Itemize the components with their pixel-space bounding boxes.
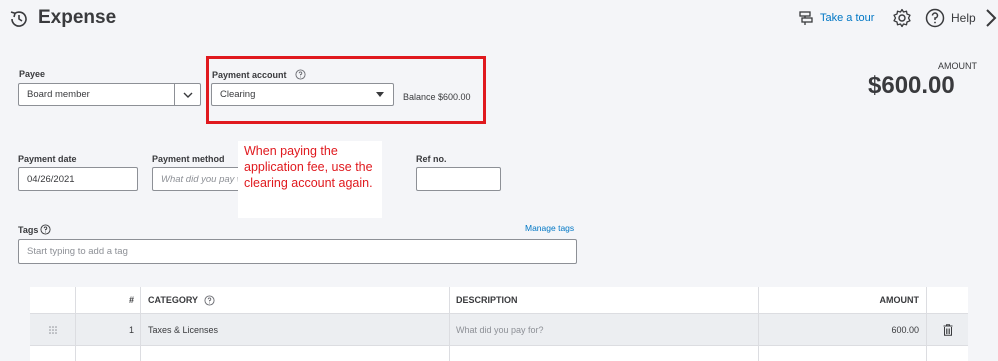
annotation-note: When paying the application fee, use the… xyxy=(238,141,382,218)
column-header-category: CATEGORY xyxy=(141,287,450,313)
amount-label: AMOUNT xyxy=(938,61,977,71)
page-title: Expense xyxy=(38,7,117,28)
chevron-down-icon xyxy=(183,92,192,98)
take-tour-label: Take a tour xyxy=(820,12,875,24)
delete-row-button[interactable] xyxy=(927,314,968,345)
empty-cell xyxy=(30,346,76,361)
empty-cell xyxy=(76,346,141,361)
tags-input[interactable]: Start typing to add a tag xyxy=(18,239,577,264)
payment-method-label: Payment method xyxy=(152,154,225,164)
payment-method-placeholder: What did you pay w xyxy=(161,173,244,185)
take-tour-link[interactable]: Take a tour xyxy=(798,10,874,26)
payment-date-label: Payment date xyxy=(18,154,77,164)
payment-date-field[interactable]: 04/26/2021 xyxy=(18,167,138,191)
row-number: 1 xyxy=(76,314,141,345)
drag-column-header xyxy=(30,287,76,313)
empty-cell[interactable] xyxy=(141,346,450,361)
trash-icon xyxy=(943,323,952,336)
drag-handle[interactable] xyxy=(30,314,76,345)
tags-label-row: Tags xyxy=(18,224,51,235)
payee-value: Board member xyxy=(27,89,90,100)
empty-cell[interactable] xyxy=(450,346,759,361)
table-header-row: # CATEGORY DESCRIPTION AMOUNT xyxy=(30,287,968,313)
help-button[interactable]: Help xyxy=(925,8,976,28)
row-amount[interactable]: 600.00 xyxy=(759,314,927,345)
column-header-number: # xyxy=(76,287,141,313)
column-header-amount: AMOUNT xyxy=(759,287,927,313)
info-question-icon[interactable] xyxy=(40,224,51,235)
table-row[interactable]: 1 Taxes & Licenses What did you pay for?… xyxy=(30,313,968,346)
column-header-description: DESCRIPTION xyxy=(450,287,759,313)
empty-cell[interactable] xyxy=(759,346,927,361)
chevron-right-icon[interactable] xyxy=(984,7,998,29)
category-header-label: CATEGORY xyxy=(148,295,199,305)
drag-dots-icon xyxy=(48,325,57,334)
expense-history-icon[interactable] xyxy=(8,8,30,30)
table-row-empty[interactable] xyxy=(30,346,968,361)
ref-no-label: Ref no. xyxy=(416,154,447,164)
tags-placeholder: Start typing to add a tag xyxy=(27,246,128,257)
amount-total: $600.00 xyxy=(868,72,955,99)
category-table: # CATEGORY DESCRIPTION AMOUNT 1 Taxes & … xyxy=(30,287,968,361)
payee-dropdown-toggle[interactable] xyxy=(174,84,200,105)
signpost-icon xyxy=(799,11,813,25)
ref-no-field[interactable] xyxy=(416,167,501,191)
gear-icon[interactable] xyxy=(892,8,912,28)
manage-tags-link[interactable]: Manage tags xyxy=(525,223,574,233)
info-question-icon[interactable] xyxy=(204,294,215,306)
payee-select[interactable]: Board member xyxy=(18,83,201,106)
payment-date-value: 04/26/2021 xyxy=(27,173,75,185)
highlight-box xyxy=(206,56,486,124)
payee-label: Payee xyxy=(19,69,46,79)
help-label: Help xyxy=(951,11,976,25)
row-category[interactable]: Taxes & Licenses xyxy=(141,314,450,345)
empty-cell xyxy=(927,346,968,361)
tags-label: Tags xyxy=(18,224,39,235)
row-description[interactable]: What did you pay for? xyxy=(450,314,759,345)
delete-column-header xyxy=(927,287,968,313)
question-circle-icon xyxy=(925,8,945,28)
